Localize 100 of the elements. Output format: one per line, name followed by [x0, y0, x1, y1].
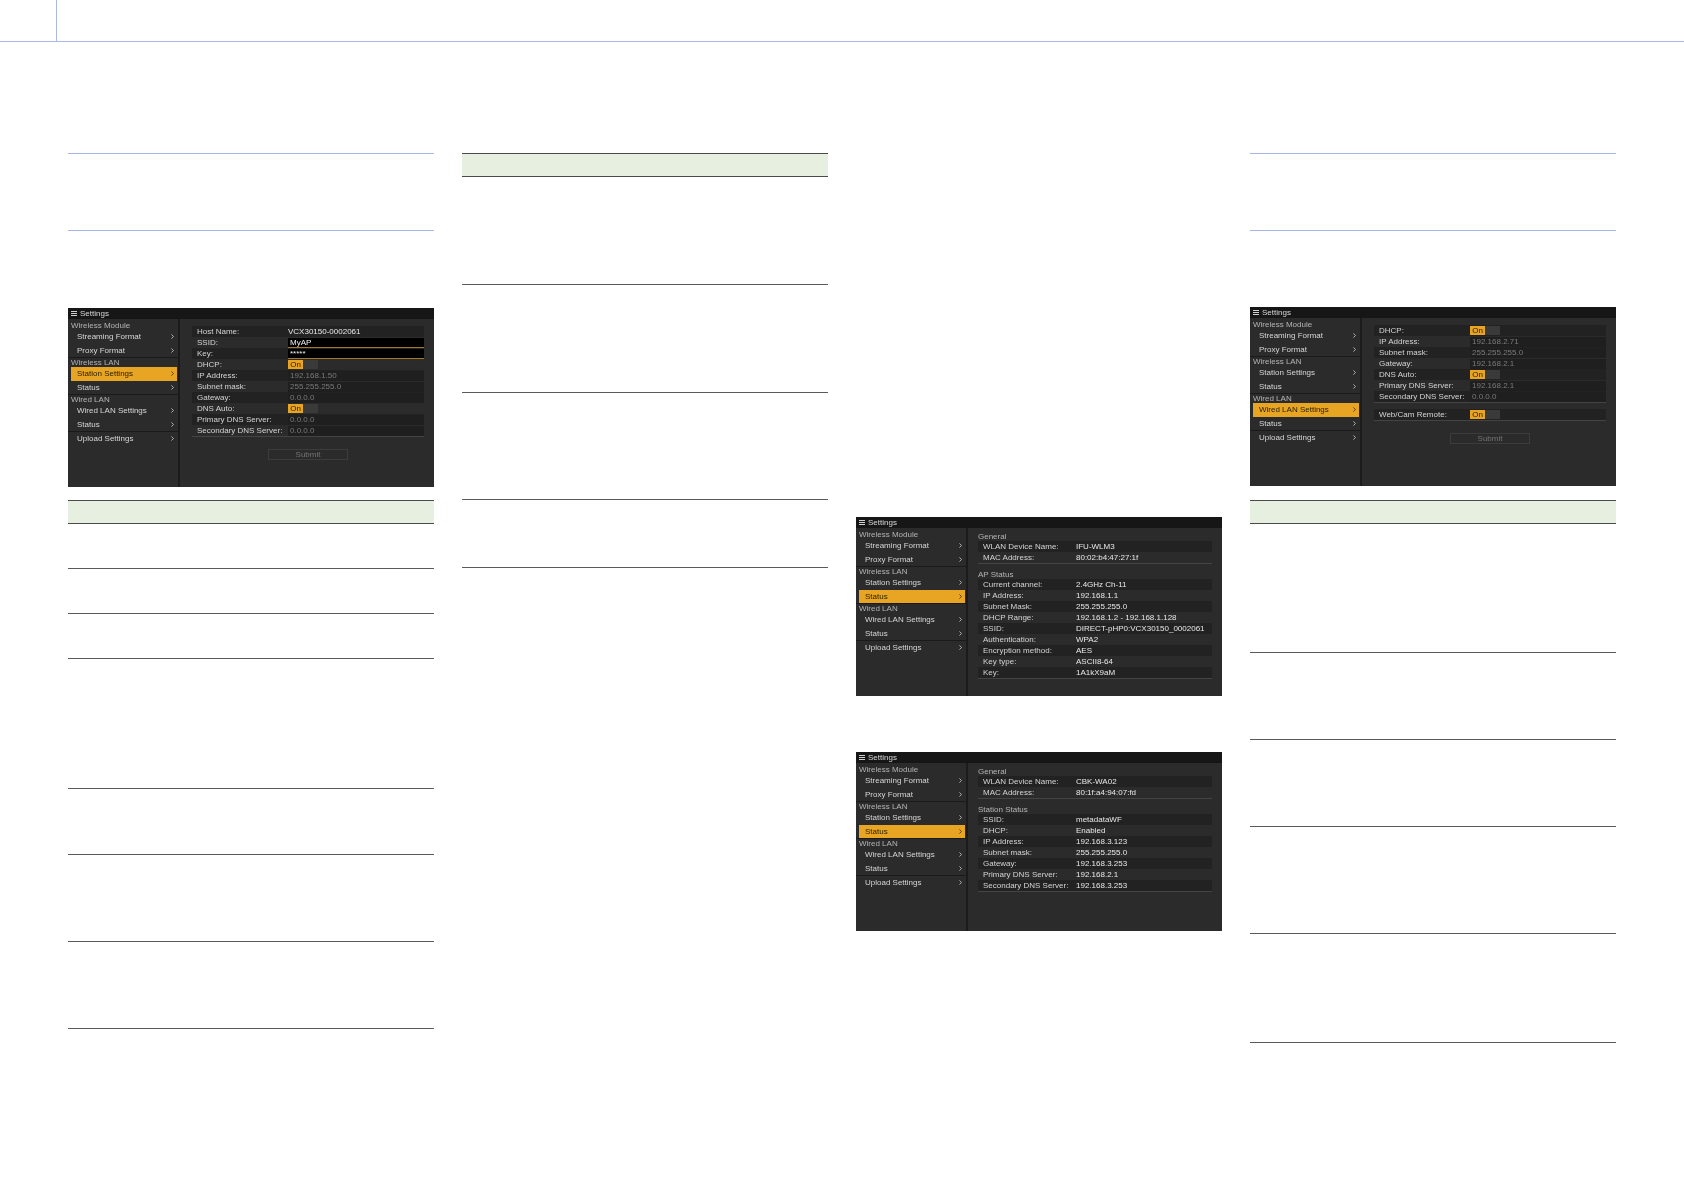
- section-heading: General: [978, 532, 1008, 541]
- toggle-switch[interactable]: On: [288, 404, 318, 413]
- sidebar-item[interactable]: Proxy Format: [71, 343, 177, 357]
- sidebar-item[interactable]: Status: [1253, 416, 1359, 430]
- section-heading: General: [978, 767, 1008, 776]
- chevron-icon: [959, 815, 962, 821]
- field-value: metadataWF: [1076, 815, 1123, 824]
- sidebar-item[interactable]: Streaming Format: [859, 539, 965, 553]
- sidebar-item[interactable]: Wired LAN Settings: [859, 848, 965, 862]
- chevron-icon: [959, 593, 962, 599]
- sidebar-heading: Wireless LAN: [858, 567, 909, 576]
- field-label: Host Name:: [196, 327, 241, 336]
- field-value: IFU-WLM3: [1076, 542, 1116, 551]
- field-value: WPA2: [1076, 635, 1100, 644]
- field-label: DHCP Range:: [982, 613, 1035, 622]
- sidebar-item[interactable]: Proxy Format: [859, 552, 965, 566]
- chevron-icon: [959, 852, 962, 858]
- chevron-icon: [1353, 346, 1356, 352]
- chevron-icon: [1353, 407, 1356, 413]
- field-label: IP Address:: [982, 591, 1025, 600]
- field-value: 192.168.1.2 - 192.168.1.128: [1076, 613, 1178, 622]
- field-value: VCX30150-0002061: [288, 327, 362, 336]
- sidebar-item[interactable]: Upload Settings: [859, 641, 965, 655]
- field-value: 192.168.2.1: [1076, 870, 1120, 879]
- section-heading: Station Status: [978, 805, 1029, 814]
- sidebar-item[interactable]: Status: [859, 589, 965, 603]
- sidebar-item[interactable]: Proxy Format: [859, 787, 965, 801]
- input-field[interactable]: *****: [288, 348, 424, 359]
- menu-icon[interactable]: [1253, 310, 1259, 315]
- sidebar-item[interactable]: Streaming Format: [1253, 329, 1359, 343]
- sidebar-item[interactable]: Status: [859, 626, 965, 640]
- sidebar-item[interactable]: Station Settings: [71, 367, 177, 381]
- field-label: WLAN Device Name:: [982, 777, 1060, 786]
- field-value: 80:02:b4:47:27:1f: [1076, 553, 1140, 562]
- window-title: Settings: [1262, 308, 1291, 317]
- chevron-icon: [1353, 435, 1356, 441]
- window-title: Settings: [80, 309, 109, 318]
- field-label: Secondary DNS Server:: [982, 881, 1070, 890]
- sidebar-item[interactable]: Wired LAN Settings: [71, 404, 177, 418]
- sidebar-item[interactable]: Status: [1253, 379, 1359, 393]
- chevron-icon: [171, 384, 174, 390]
- sidebar-heading: Wireless LAN: [1252, 357, 1303, 366]
- chevron-icon: [959, 645, 962, 651]
- field-label: Subnet mask:: [196, 382, 247, 391]
- field-label: Secondary DNS Server:: [1378, 392, 1466, 401]
- sidebar-item[interactable]: Status: [71, 417, 177, 431]
- field-label: Gateway:: [1378, 359, 1414, 368]
- field-label: IP Address:: [1378, 337, 1421, 346]
- field-label: Subnet mask:: [1378, 348, 1429, 357]
- chevron-icon: [959, 617, 962, 623]
- chevron-icon: [171, 371, 174, 377]
- sidebar-item[interactable]: Status: [71, 380, 177, 394]
- sidebar-item[interactable]: Wired LAN Settings: [1253, 403, 1359, 417]
- sidebar-item[interactable]: Upload Settings: [859, 876, 965, 890]
- chevron-icon: [959, 630, 962, 636]
- chevron-icon: [959, 791, 962, 797]
- menu-icon[interactable]: [859, 520, 865, 525]
- field-value: DIRECT-pHP0:VCX30150_0002061: [1076, 624, 1206, 633]
- toggle-switch[interactable]: On: [1470, 410, 1500, 419]
- toggle-switch[interactable]: On: [1470, 326, 1500, 335]
- sidebar-heading: Wireless Module: [858, 530, 920, 539]
- field-label: MAC Address:: [982, 788, 1036, 797]
- chevron-icon: [959, 543, 962, 549]
- menu-icon[interactable]: [71, 311, 77, 316]
- menu-icon[interactable]: [859, 755, 865, 760]
- sidebar-item[interactable]: Upload Settings: [1253, 431, 1359, 445]
- field-label: SSID:: [982, 624, 1005, 633]
- chevron-icon: [171, 421, 174, 427]
- field-label: Gateway:: [982, 859, 1018, 868]
- toggle-switch[interactable]: On: [288, 360, 318, 369]
- toggle-switch[interactable]: On: [1470, 370, 1500, 379]
- sidebar-item[interactable]: Wired LAN Settings: [859, 613, 965, 627]
- field-label: Web/Cam Remote:: [1378, 410, 1448, 419]
- sidebar-heading: Wireless Module: [1252, 320, 1314, 329]
- sidebar-item[interactable]: Station Settings: [859, 811, 965, 825]
- field-label: Current channel:: [982, 580, 1044, 589]
- field-label: SSID:: [982, 815, 1005, 824]
- field-label: DNS Auto:: [1378, 370, 1418, 379]
- sidebar-item[interactable]: Station Settings: [859, 576, 965, 590]
- field-value: AES: [1076, 646, 1093, 655]
- field-label: Key type:: [982, 657, 1018, 666]
- sidebar-item[interactable]: Streaming Format: [859, 774, 965, 788]
- sidebar-item[interactable]: Station Settings: [1253, 366, 1359, 380]
- sidebar-item[interactable]: Upload Settings: [71, 432, 177, 446]
- sidebar-item[interactable]: Proxy Format: [1253, 342, 1359, 356]
- chevron-icon: [171, 347, 174, 353]
- sidebar-item[interactable]: Streaming Format: [71, 330, 177, 344]
- sidebar-heading: Wireless Module: [858, 765, 920, 774]
- field-value: Enabled: [1076, 826, 1107, 835]
- chevron-icon: [1353, 333, 1356, 339]
- field-value: 192.168.3.123: [1076, 837, 1129, 846]
- field-value: 255.255.255.0: [1076, 848, 1129, 857]
- field-value: 192.168.1.1: [1076, 591, 1120, 600]
- field-label: DHCP:: [982, 826, 1009, 835]
- input-field[interactable]: MyAP: [288, 337, 424, 348]
- field-label: Primary DNS Server:: [1378, 381, 1455, 390]
- field-value: ASCII8-64: [1076, 657, 1114, 666]
- window-title: Settings: [868, 753, 897, 762]
- sidebar-item[interactable]: Status: [859, 861, 965, 875]
- sidebar-item[interactable]: Status: [859, 824, 965, 838]
